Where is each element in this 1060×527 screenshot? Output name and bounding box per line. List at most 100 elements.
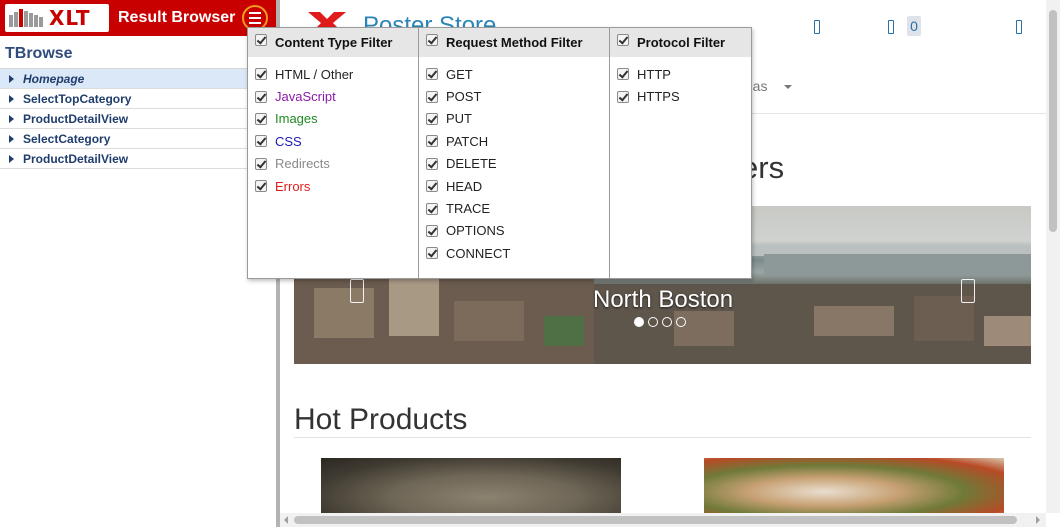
checkbox-icon[interactable] <box>617 33 629 46</box>
content-type-filter-column: Content Type Filter HTML / Other JavaScri… <box>248 28 419 278</box>
checkbox-icon[interactable] <box>426 202 438 215</box>
filter-option-label: CSS <box>275 133 302 149</box>
scroll-left-arrow-icon[interactable] <box>284 516 288 524</box>
request-method-filter-column: Request Method Filter GET POST PUT PATCH DEL… <box>419 28 610 278</box>
carousel-dot[interactable] <box>662 317 672 327</box>
logo-text: XLT <box>49 6 91 30</box>
search-icon[interactable] <box>814 20 820 34</box>
filter-title: Request Method Filter <box>446 35 583 50</box>
header-bar: XLT Result Browser <box>0 0 276 36</box>
filter-option-content-type[interactable]: Images <box>248 108 418 130</box>
filter-dropdown: Content Type Filter HTML / Other JavaScri… <box>247 27 752 279</box>
filter-option-content-type[interactable]: Errors <box>248 175 418 197</box>
filter-option-label: Errors <box>275 178 311 194</box>
checkbox-icon[interactable] <box>617 90 629 103</box>
filter-option-method[interactable]: DELETE <box>419 153 609 175</box>
expand-caret-icon[interactable] <box>9 74 14 83</box>
checkbox-icon[interactable] <box>255 68 267 81</box>
filter-option-label: PUT <box>446 111 472 127</box>
checkbox-icon[interactable] <box>255 112 267 125</box>
filter-title: Protocol Filter <box>637 35 726 50</box>
carousel-dot[interactable] <box>676 317 686 327</box>
filter-option-label: CONNECT <box>446 245 511 261</box>
logo-grid-icon <box>9 9 45 27</box>
filter-option-method[interactable]: OPTIONS <box>419 220 609 242</box>
xlt-logo: XLT <box>5 4 109 32</box>
filter-option-method[interactable]: POST <box>419 85 609 107</box>
request-method-filter-header[interactable]: Request Method Filter <box>419 28 609 57</box>
filter-option-label: TRACE <box>446 201 491 217</box>
checkbox-icon[interactable] <box>426 112 438 125</box>
scroll-right-arrow-icon[interactable] <box>1036 516 1040 524</box>
tree-item[interactable]: ProductDetailView <box>0 109 276 129</box>
scrollbar-thumb[interactable] <box>1049 10 1057 232</box>
tree-item[interactable]: SelectCategory <box>0 129 276 149</box>
expand-caret-icon[interactable] <box>9 134 14 143</box>
carousel-indicators <box>634 317 686 327</box>
filter-option-method[interactable]: PATCH <box>419 130 609 152</box>
tree-item[interactable]: Homepage <box>0 69 276 89</box>
cart-icon[interactable] <box>888 20 894 34</box>
tree-title: TBrowse <box>0 36 276 69</box>
checkbox-icon[interactable] <box>426 135 438 148</box>
chevron-down-icon <box>784 85 792 89</box>
carousel-dot[interactable] <box>648 317 658 327</box>
product-image[interactable] <box>321 458 621 514</box>
tree-item[interactable]: ProductDetailView <box>0 149 276 169</box>
checkbox-icon[interactable] <box>255 90 267 103</box>
checkbox-icon[interactable] <box>426 247 438 260</box>
scrollbar-thumb[interactable] <box>294 516 1017 524</box>
carousel-dot[interactable] <box>634 317 644 327</box>
filter-option-label: POST <box>446 89 482 105</box>
product-image[interactable] <box>704 458 1004 514</box>
filter-option-protocol[interactable]: HTTP <box>610 63 751 85</box>
checkbox-icon[interactable] <box>426 33 438 46</box>
tree-item-label: SelectCategory <box>23 131 111 146</box>
filter-option-content-type[interactable]: HTML / Other <box>248 63 418 85</box>
filter-option-method[interactable]: PUT <box>419 108 609 130</box>
checkbox-icon[interactable] <box>255 157 267 170</box>
carousel-next-arrow[interactable] <box>961 279 975 303</box>
filter-option-content-type[interactable]: JavaScript <box>248 85 418 107</box>
result-browser-panel: XLT Result Browser TBrowse Homepage Selec… <box>0 0 276 527</box>
filter-option-label: HTML / Other <box>275 66 354 82</box>
content-type-filter-header[interactable]: Content Type Filter <box>248 28 418 57</box>
hamburger-icon <box>249 12 261 14</box>
filter-option-protocol[interactable]: HTTPS <box>610 85 751 107</box>
filter-option-method[interactable]: HEAD <box>419 175 609 197</box>
protocol-filter-column: Protocol Filter HTTP HTTPS <box>610 28 751 278</box>
filter-option-method[interactable]: TRACE <box>419 197 609 219</box>
checkbox-icon[interactable] <box>255 33 267 46</box>
filter-option-method[interactable]: CONNECT <box>419 242 609 264</box>
filter-option-label: HEAD <box>446 178 483 194</box>
filter-option-label: Images <box>275 111 318 127</box>
filter-option-content-type[interactable]: CSS <box>248 130 418 152</box>
checkbox-icon[interactable] <box>617 68 629 81</box>
protocol-filter-header[interactable]: Protocol Filter <box>610 28 751 57</box>
tree-item-label: ProductDetailView <box>23 151 129 166</box>
filter-option-method[interactable]: GET <box>419 63 609 85</box>
filter-option-label: DELETE <box>446 156 497 172</box>
filter-option-content-type[interactable]: Redirects <box>248 153 418 175</box>
expand-caret-icon[interactable] <box>9 154 14 163</box>
app-title: Result Browser <box>118 9 236 26</box>
checkbox-icon[interactable] <box>255 135 267 148</box>
carousel-prev-arrow[interactable] <box>350 279 364 303</box>
filter-option-label: OPTIONS <box>446 223 505 239</box>
checkbox-icon[interactable] <box>426 68 438 81</box>
checkbox-icon[interactable] <box>426 180 438 193</box>
checkbox-icon[interactable] <box>426 157 438 170</box>
checkbox-icon[interactable] <box>426 224 438 237</box>
tree-item[interactable]: SelectTopCategory <box>0 89 276 109</box>
user-icon[interactable] <box>1016 20 1022 34</box>
checkbox-icon[interactable] <box>255 180 267 193</box>
filter-option-label: HTTP <box>637 66 671 82</box>
vertical-scrollbar[interactable] <box>1046 0 1060 513</box>
expand-caret-icon[interactable] <box>9 114 14 123</box>
carousel-caption: North Boston <box>593 286 734 313</box>
expand-caret-icon[interactable] <box>9 94 14 103</box>
filter-option-label: PATCH <box>446 133 489 149</box>
checkbox-icon[interactable] <box>426 90 438 103</box>
horizontal-scrollbar[interactable] <box>280 513 1046 527</box>
filter-option-label: HTTPS <box>637 89 680 105</box>
